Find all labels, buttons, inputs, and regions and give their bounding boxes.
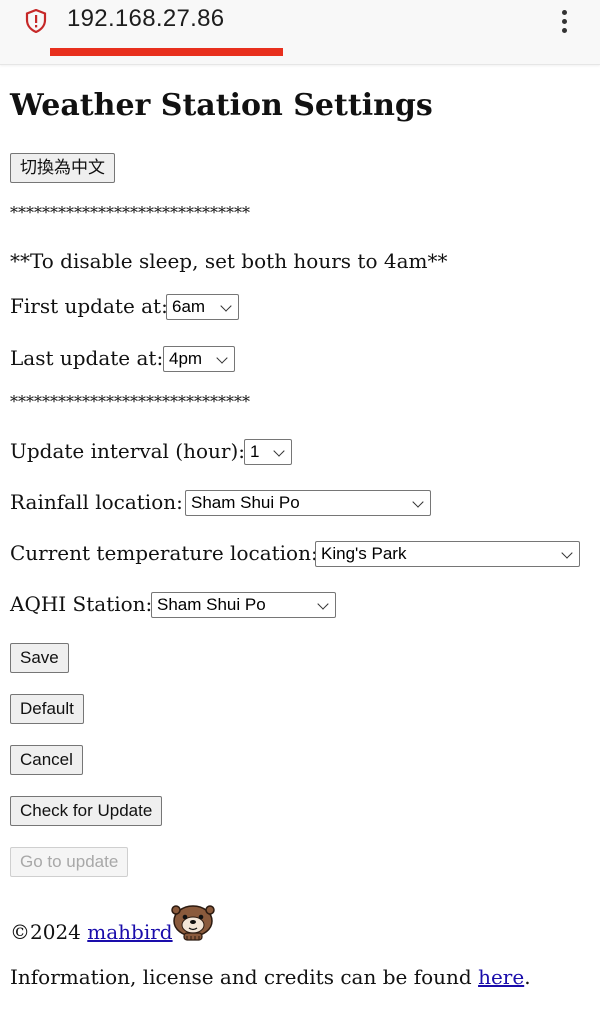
chevron-down-icon bbox=[317, 598, 329, 610]
browser-url-bar[interactable]: 192.168.27.86 bbox=[0, 0, 600, 65]
copyright-text: ©2024 bbox=[10, 920, 88, 944]
last-update-label: Last update at: bbox=[10, 346, 164, 370]
rainfall-location-select[interactable]: Sham Shui Po bbox=[185, 490, 431, 516]
update-interval-label: Update interval (hour): bbox=[10, 439, 246, 463]
page-title: Weather Station Settings bbox=[10, 88, 433, 123]
info-line: Information, license and credits can be … bbox=[10, 965, 531, 989]
temperature-location-select[interactable]: King's Park bbox=[315, 541, 580, 567]
rainfall-location-value: Sham Shui Po bbox=[191, 493, 300, 512]
sleep-note: **To disable sleep, set both hours to 4a… bbox=[10, 249, 448, 273]
separator-top: ****************************** bbox=[10, 203, 250, 222]
first-update-select[interactable]: 6am bbox=[166, 294, 239, 320]
copyright-line: ©2024 mahbird bbox=[10, 920, 173, 944]
update-interval-value: 1 bbox=[250, 442, 260, 461]
url-highlight-underline bbox=[50, 48, 283, 56]
last-update-select[interactable]: 4pm bbox=[163, 346, 235, 372]
chevron-down-icon bbox=[220, 300, 232, 312]
save-button[interactable]: Save bbox=[10, 643, 69, 673]
switch-language-button[interactable]: 切換為中文 bbox=[10, 153, 115, 183]
more-options-icon[interactable] bbox=[556, 8, 572, 36]
chevron-down-icon bbox=[412, 496, 424, 508]
go-to-update-button: Go to update bbox=[10, 847, 129, 877]
temperature-location-value: King's Park bbox=[321, 544, 407, 563]
otter-mascot-icon bbox=[171, 905, 215, 941]
chevron-down-icon bbox=[216, 352, 228, 364]
separator-bottom: ****************************** bbox=[10, 392, 250, 411]
check-for-update-button[interactable]: Check for Update bbox=[10, 796, 163, 826]
default-button[interactable]: Default bbox=[10, 694, 84, 724]
aqhi-station-label: AQHI Station: bbox=[10, 592, 153, 616]
info-text: Information, license and credits can be … bbox=[10, 965, 479, 989]
security-warning-icon[interactable] bbox=[25, 9, 47, 33]
first-update-value: 6am bbox=[172, 297, 206, 316]
chevron-down-icon bbox=[273, 445, 285, 457]
info-suffix: . bbox=[524, 965, 531, 989]
chevron-down-icon bbox=[561, 547, 573, 559]
here-link[interactable]: here bbox=[478, 965, 524, 989]
author-link[interactable]: mahbird bbox=[87, 920, 172, 944]
last-update-value: 4pm bbox=[169, 349, 203, 368]
aqhi-station-select[interactable]: Sham Shui Po bbox=[151, 592, 336, 618]
first-update-label: First update at: bbox=[10, 294, 168, 318]
temperature-location-label: Current temperature location: bbox=[10, 541, 318, 565]
url-text[interactable]: 192.168.27.86 bbox=[67, 5, 224, 33]
aqhi-station-value: Sham Shui Po bbox=[157, 595, 266, 614]
cancel-button[interactable]: Cancel bbox=[10, 745, 83, 775]
rainfall-location-label: Rainfall location: bbox=[10, 490, 183, 514]
update-interval-select[interactable]: 1 bbox=[244, 439, 292, 465]
